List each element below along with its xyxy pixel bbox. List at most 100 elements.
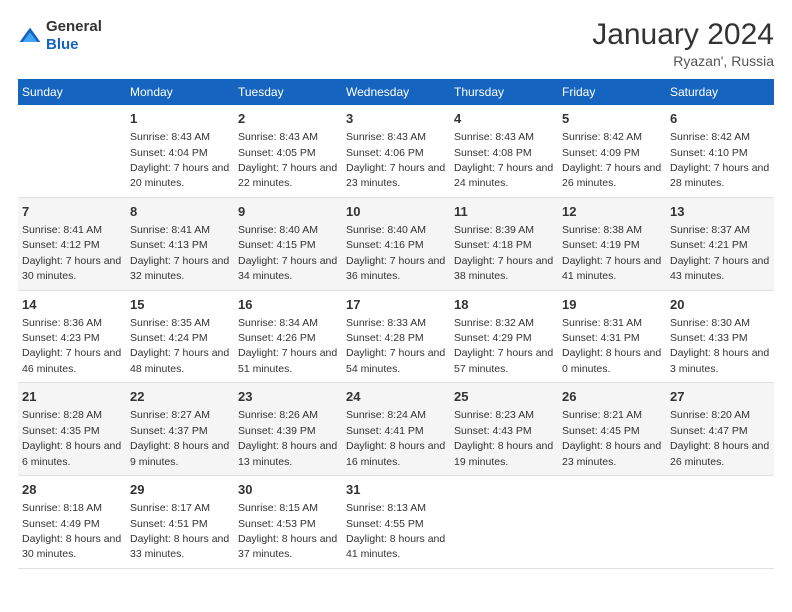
- table-row: 29Sunrise: 8:17 AMSunset: 4:51 PMDayligh…: [126, 476, 234, 569]
- cell-detail: Sunrise: 8:36 AMSunset: 4:23 PMDaylight:…: [22, 317, 121, 375]
- table-row: 26Sunrise: 8:21 AMSunset: 4:45 PMDayligh…: [558, 383, 666, 476]
- col-saturday: Saturday: [666, 79, 774, 105]
- cell-detail: Sunrise: 8:28 AMSunset: 4:35 PMDaylight:…: [22, 409, 121, 467]
- day-number: 9: [238, 203, 338, 221]
- table-row: 24Sunrise: 8:24 AMSunset: 4:41 PMDayligh…: [342, 383, 450, 476]
- day-number: 3: [346, 110, 446, 128]
- table-row: [450, 476, 558, 569]
- table-row: 22Sunrise: 8:27 AMSunset: 4:37 PMDayligh…: [126, 383, 234, 476]
- day-number: 10: [346, 203, 446, 221]
- day-number: 8: [130, 203, 230, 221]
- cell-detail: Sunrise: 8:40 AMSunset: 4:15 PMDaylight:…: [238, 224, 337, 282]
- cell-detail: Sunrise: 8:33 AMSunset: 4:28 PMDaylight:…: [346, 317, 445, 375]
- header: General Blue January 2024 Ryazan', Russi…: [18, 18, 774, 69]
- table-row: 30Sunrise: 8:15 AMSunset: 4:53 PMDayligh…: [234, 476, 342, 569]
- cell-detail: Sunrise: 8:42 AMSunset: 4:09 PMDaylight:…: [562, 131, 661, 189]
- calendar-table: Sunday Monday Tuesday Wednesday Thursday…: [18, 79, 774, 569]
- day-number: 15: [130, 296, 230, 314]
- cell-detail: Sunrise: 8:39 AMSunset: 4:18 PMDaylight:…: [454, 224, 553, 282]
- day-number: 21: [22, 388, 122, 406]
- table-row: 5 Sunrise: 8:42 AMSunset: 4:09 PMDaylight…: [558, 105, 666, 197]
- table-row: 17 Sunrise: 8:33 AMSunset: 4:28 PMDayligh…: [342, 290, 450, 383]
- day-number: 6: [670, 110, 770, 128]
- day-number: 23: [238, 388, 338, 406]
- table-row: 16 Sunrise: 8:34 AMSunset: 4:26 PMDayligh…: [234, 290, 342, 383]
- cell-detail: Sunrise: 8:23 AMSunset: 4:43 PMDaylight:…: [454, 409, 553, 467]
- table-row: 13 Sunrise: 8:37 AMSunset: 4:21 PMDayligh…: [666, 197, 774, 290]
- cell-detail: Sunrise: 8:43 AMSunset: 4:04 PMDaylight:…: [130, 131, 229, 189]
- page: General Blue January 2024 Ryazan', Russi…: [0, 0, 792, 612]
- title-section: January 2024 Ryazan', Russia: [592, 18, 774, 69]
- day-number: 13: [670, 203, 770, 221]
- col-monday: Monday: [126, 79, 234, 105]
- day-number: 14: [22, 296, 122, 314]
- table-row: 1 Sunrise: 8:43 AMSunset: 4:04 PMDaylight…: [126, 105, 234, 197]
- cell-detail: Sunrise: 8:21 AMSunset: 4:45 PMDaylight:…: [562, 409, 661, 467]
- table-row: 19Sunrise: 8:31 AMSunset: 4:31 PMDayligh…: [558, 290, 666, 383]
- table-row: [666, 476, 774, 569]
- day-number: 17: [346, 296, 446, 314]
- cell-detail: Sunrise: 8:42 AMSunset: 4:10 PMDaylight:…: [670, 131, 769, 189]
- calendar-body: 1 Sunrise: 8:43 AMSunset: 4:04 PMDaylight…: [18, 105, 774, 568]
- day-number: 7: [22, 203, 122, 221]
- day-number: 19: [562, 296, 662, 314]
- day-number: 16: [238, 296, 338, 314]
- calendar-row: 28 Sunrise: 8:18 AMSunset: 4:49 PMDayligh…: [18, 476, 774, 569]
- table-row: 4Sunrise: 8:43 AMSunset: 4:08 PMDaylight…: [450, 105, 558, 197]
- table-row: [558, 476, 666, 569]
- table-row: 11 Sunrise: 8:39 AMSunset: 4:18 PMDayligh…: [450, 197, 558, 290]
- day-number: 11: [454, 203, 554, 221]
- table-row: 15Sunrise: 8:35 AMSunset: 4:24 PMDayligh…: [126, 290, 234, 383]
- cell-detail: Sunrise: 8:34 AMSunset: 4:26 PMDaylight:…: [238, 317, 337, 375]
- cell-detail: Sunrise: 8:43 AMSunset: 4:06 PMDaylight:…: [346, 131, 445, 189]
- day-number: 22: [130, 388, 230, 406]
- main-title: January 2024: [592, 18, 774, 51]
- table-row: 25Sunrise: 8:23 AMSunset: 4:43 PMDayligh…: [450, 383, 558, 476]
- cell-detail: Sunrise: 8:41 AMSunset: 4:13 PMDaylight:…: [130, 224, 229, 282]
- subtitle: Ryazan', Russia: [592, 53, 774, 69]
- table-row: 14 Sunrise: 8:36 AMSunset: 4:23 PMDayligh…: [18, 290, 126, 383]
- calendar-row: 14 Sunrise: 8:36 AMSunset: 4:23 PMDayligh…: [18, 290, 774, 383]
- calendar-row: 7 Sunrise: 8:41 AMSunset: 4:12 PMDaylight…: [18, 197, 774, 290]
- cell-detail: Sunrise: 8:20 AMSunset: 4:47 PMDaylight:…: [670, 409, 769, 467]
- cell-detail: Sunrise: 8:38 AMSunset: 4:19 PMDaylight:…: [562, 224, 661, 282]
- table-row: 2 Sunrise: 8:43 AMSunset: 4:05 PMDaylight…: [234, 105, 342, 197]
- day-number: 31: [346, 481, 446, 499]
- day-number: 28: [22, 481, 122, 499]
- logo-general: General: [46, 18, 102, 35]
- day-number: 1: [130, 110, 230, 128]
- col-wednesday: Wednesday: [342, 79, 450, 105]
- logo: General Blue: [18, 18, 102, 54]
- table-row: 9 Sunrise: 8:40 AMSunset: 4:15 PMDaylight…: [234, 197, 342, 290]
- day-number: 18: [454, 296, 554, 314]
- table-row: 21 Sunrise: 8:28 AMSunset: 4:35 PMDayligh…: [18, 383, 126, 476]
- day-number: 2: [238, 110, 338, 128]
- cell-detail: Sunrise: 8:40 AMSunset: 4:16 PMDaylight:…: [346, 224, 445, 282]
- cell-detail: Sunrise: 8:37 AMSunset: 4:21 PMDaylight:…: [670, 224, 769, 282]
- table-row: 23 Sunrise: 8:26 AMSunset: 4:39 PMDayligh…: [234, 383, 342, 476]
- day-number: 5: [562, 110, 662, 128]
- table-row: 12Sunrise: 8:38 AMSunset: 4:19 PMDayligh…: [558, 197, 666, 290]
- col-thursday: Thursday: [450, 79, 558, 105]
- calendar-row: 21 Sunrise: 8:28 AMSunset: 4:35 PMDayligh…: [18, 383, 774, 476]
- logo-icon: [18, 26, 42, 46]
- table-row: [18, 105, 126, 197]
- cell-detail: Sunrise: 8:43 AMSunset: 4:05 PMDaylight:…: [238, 131, 337, 189]
- day-number: 29: [130, 481, 230, 499]
- cell-detail: Sunrise: 8:18 AMSunset: 4:49 PMDaylight:…: [22, 502, 121, 560]
- cell-detail: Sunrise: 8:13 AMSunset: 4:55 PMDaylight:…: [346, 502, 445, 560]
- day-number: 20: [670, 296, 770, 314]
- day-number: 4: [454, 110, 554, 128]
- cell-detail: Sunrise: 8:41 AMSunset: 4:12 PMDaylight:…: [22, 224, 121, 282]
- day-number: 24: [346, 388, 446, 406]
- header-row: Sunday Monday Tuesday Wednesday Thursday…: [18, 79, 774, 105]
- day-number: 30: [238, 481, 338, 499]
- col-sunday: Sunday: [18, 79, 126, 105]
- table-row: 3 Sunrise: 8:43 AMSunset: 4:06 PMDaylight…: [342, 105, 450, 197]
- col-tuesday: Tuesday: [234, 79, 342, 105]
- cell-detail: Sunrise: 8:32 AMSunset: 4:29 PMDaylight:…: [454, 317, 553, 375]
- table-row: 10 Sunrise: 8:40 AMSunset: 4:16 PMDayligh…: [342, 197, 450, 290]
- cell-detail: Sunrise: 8:26 AMSunset: 4:39 PMDaylight:…: [238, 409, 337, 467]
- logo-text: General Blue: [46, 18, 102, 54]
- table-row: 18 Sunrise: 8:32 AMSunset: 4:29 PMDayligh…: [450, 290, 558, 383]
